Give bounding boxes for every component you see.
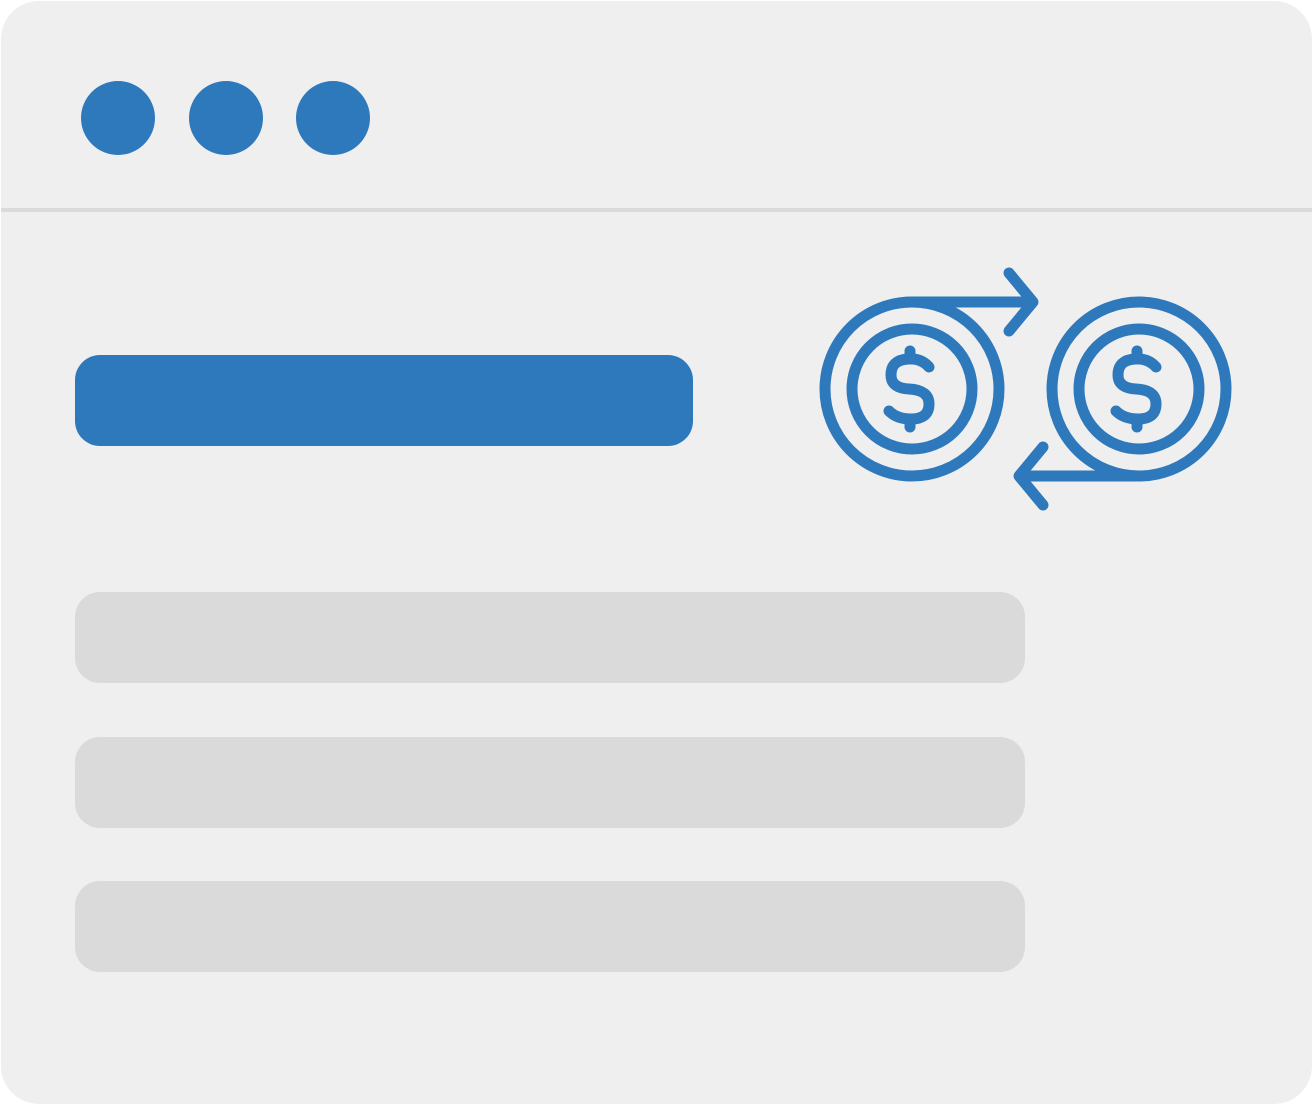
window-control-dot-3[interactable] <box>296 81 370 155</box>
window-control-dot-2[interactable] <box>189 81 263 155</box>
titlebar-divider <box>1 208 1312 212</box>
header-placeholder-bar <box>75 355 693 446</box>
browser-window <box>1 1 1312 1104</box>
content-placeholder-row-2 <box>75 737 1025 828</box>
content-placeholder-row-1 <box>75 592 1025 683</box>
window-titlebar <box>1 1 1312 208</box>
window-control-dot-1[interactable] <box>81 81 155 155</box>
currency-exchange-icon <box>819 267 1232 511</box>
content-placeholder-row-3 <box>75 881 1025 972</box>
